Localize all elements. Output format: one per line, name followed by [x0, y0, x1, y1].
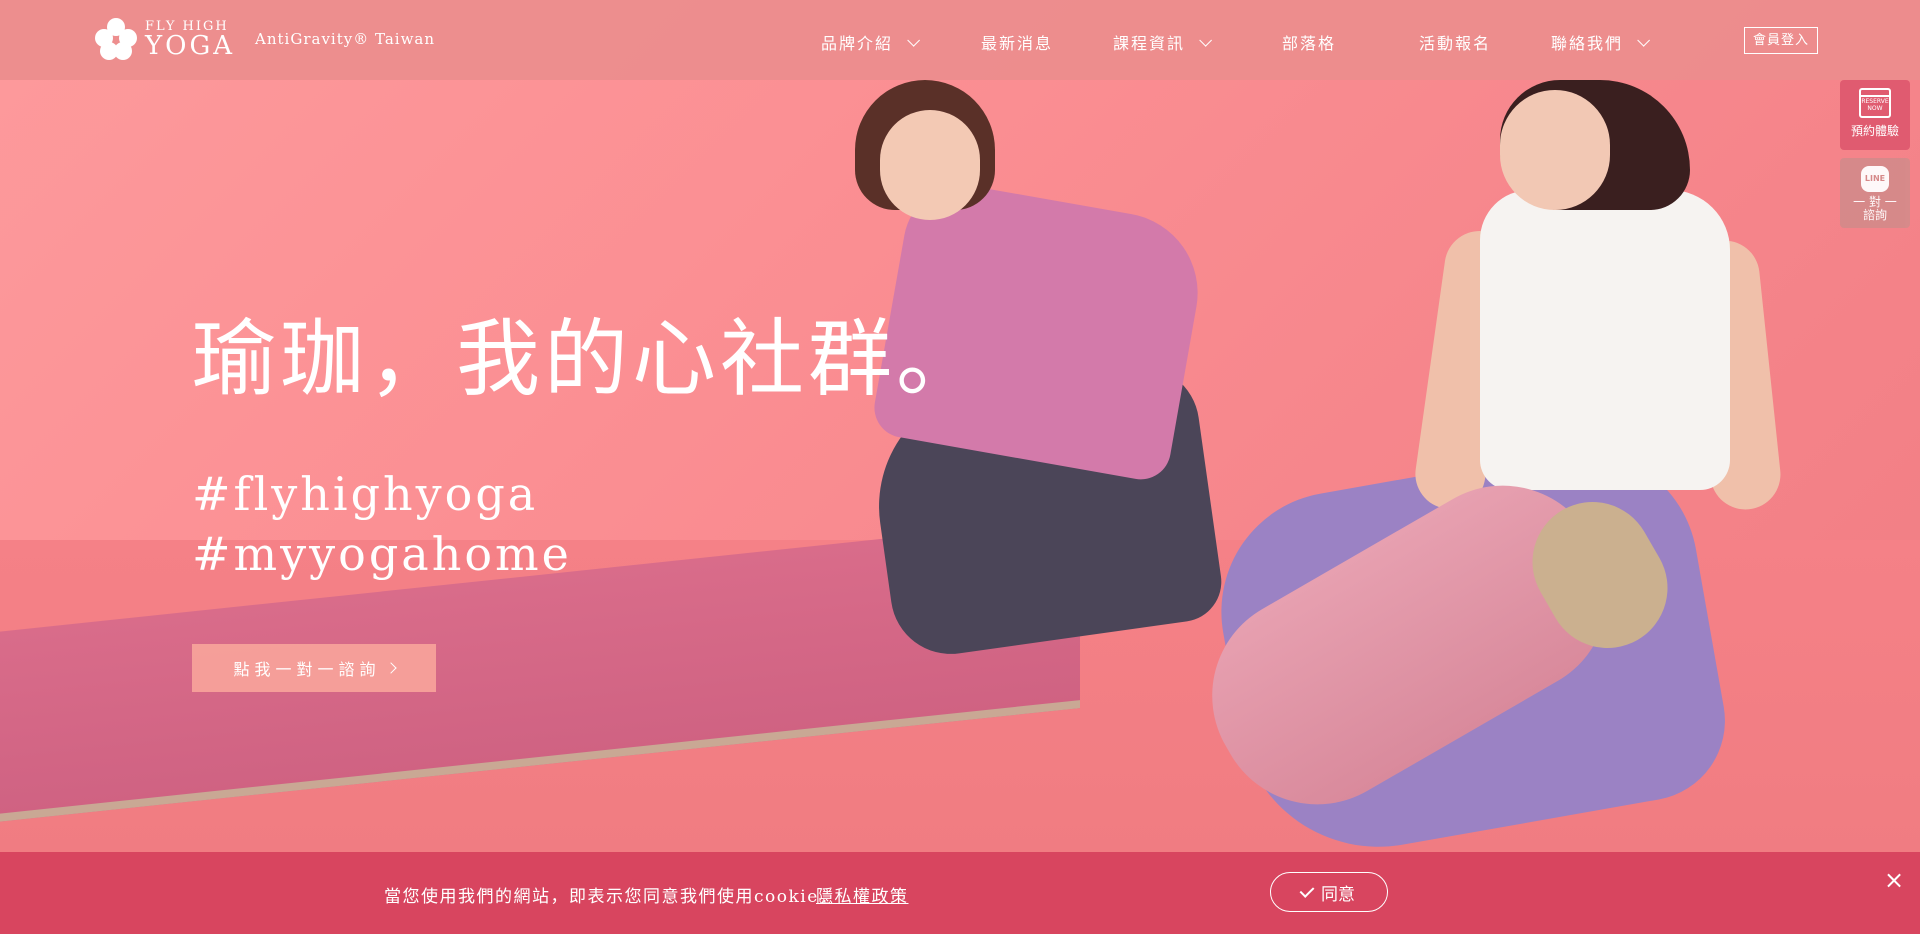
cookie-message: 當您使用我們的網站，即表示您同意我們使用cookie。 — [384, 887, 838, 907]
nav-label: 聯絡我們 — [1551, 34, 1624, 53]
chevron-down-icon — [1637, 33, 1651, 47]
nav-item-news[interactable]: 最新消息 — [981, 30, 1053, 54]
nav-item-events[interactable]: 活動報名 — [1419, 30, 1491, 54]
hashtag-flyhighyoga: #flyhighyoga — [192, 467, 539, 521]
brand-tagline: AntiGravity® Taiwan — [255, 30, 436, 48]
calendar-icon: RESERVE NOW — [1859, 88, 1891, 118]
nav-label: 活動報名 — [1419, 34, 1492, 53]
check-icon — [1299, 882, 1315, 898]
nav-item-courses[interactable]: 課程資訊 — [1113, 30, 1213, 54]
logo-text: FLY HIGH YOGA — [145, 20, 235, 59]
cookie-agree-button[interactable]: 同意 — [1270, 872, 1388, 912]
nav-item-brand[interactable]: 品牌介紹 — [821, 30, 921, 54]
model-1-face — [880, 110, 980, 220]
nav-label: 課程資訊 — [1113, 34, 1186, 53]
site-header: FLY HIGH YOGA AntiGravity® Taiwan 品牌介紹 最… — [0, 0, 1920, 80]
nav-item-blog[interactable]: 部落格 — [1282, 30, 1336, 54]
hero-banner: 瑜珈，我的心社群。 #flyhighyoga #myyogahome 點我一對一… — [0, 0, 1920, 934]
consult-cta-button[interactable]: 點我一對一諮詢 — [192, 644, 436, 692]
calendar-icon-text: RESERVE NOW — [1861, 98, 1889, 112]
reserve-label: 預約體驗 — [1850, 124, 1899, 138]
member-login-button[interactable]: 會員登入 — [1744, 27, 1818, 54]
consult-cta-label: 點我一對一諮詢 — [233, 660, 381, 679]
nav-label: 品牌介紹 — [821, 34, 894, 53]
hero-title: 瑜珈，我的心社群。 — [192, 310, 985, 408]
nav-label: 最新消息 — [981, 34, 1054, 53]
nav-label: 部落格 — [1282, 34, 1337, 53]
reserve-trial-button[interactable]: RESERVE NOW 預約體驗 — [1840, 80, 1910, 150]
line-label-2: 諮詢 — [1862, 208, 1887, 222]
model-2-face — [1500, 90, 1610, 210]
cookie-consent-bar: 當您使用我們的網站，即表示您同意我們使用cookie。 隱私權政策 同意 × — [0, 852, 1920, 934]
agree-label: 同意 — [1321, 884, 1355, 905]
chevron-down-icon — [1199, 33, 1213, 47]
chevron-down-icon — [907, 33, 921, 47]
privacy-policy-link[interactable]: 隱私權政策 — [816, 882, 909, 907]
line-consult-button[interactable]: LINE 一 對 一 諮詢 — [1840, 158, 1910, 228]
model-2-top — [1480, 190, 1730, 490]
line-chat-icon: LINE — [1861, 166, 1889, 192]
chevron-right-icon — [384, 662, 397, 674]
logo-big-text: YOGA — [145, 30, 236, 61]
logo[interactable]: FLY HIGH YOGA AntiGravity® Taiwan — [95, 18, 435, 60]
hashtag-myyogahome: #myyogahome — [192, 527, 572, 581]
flower-logo-icon — [95, 18, 137, 60]
close-icon[interactable]: × — [1884, 866, 1904, 894]
nav-item-contact[interactable]: 聯絡我們 — [1551, 30, 1651, 54]
